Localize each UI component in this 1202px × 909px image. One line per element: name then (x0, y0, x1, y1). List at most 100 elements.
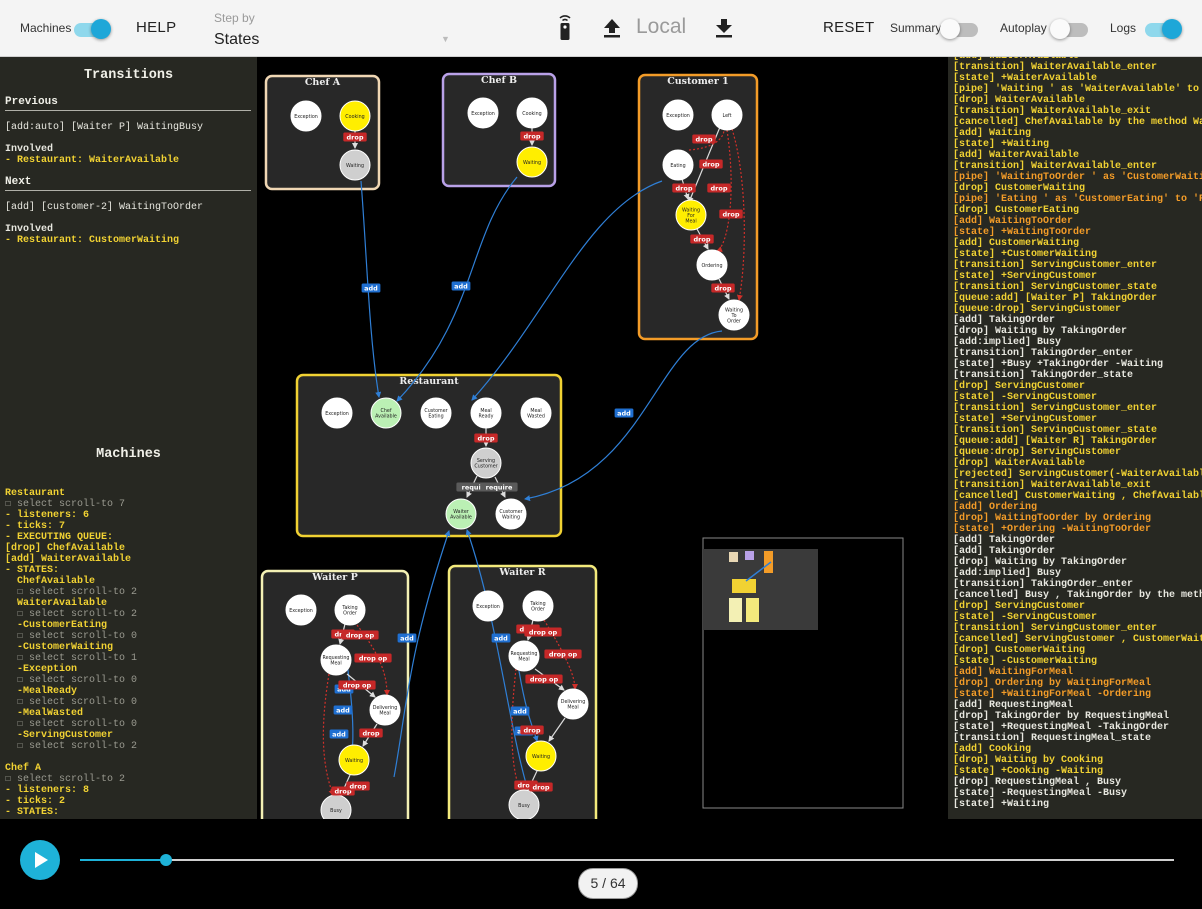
svg-text:drop: drop (715, 285, 732, 293)
state-graph[interactable]: Chef A Chef B Customer 1 Restaurant Waiter P… (257, 57, 947, 835)
log-entry: [drop] Waiting by TakingOrder (953, 326, 1128, 337)
state-node[interactable]: Exception (467, 97, 499, 129)
svg-text:Waiting: Waiting (725, 307, 743, 313)
state-node[interactable]: MealWasted (520, 397, 552, 429)
state-node[interactable]: DeliveringMeal (557, 688, 589, 720)
machine-line[interactable]: ☐ select scroll-to 2 (5, 741, 255, 752)
state-node[interactable]: Cooking (516, 97, 548, 129)
state-node[interactable]: Waiting (339, 149, 371, 181)
state-node[interactable]: WaitingToOrder (718, 299, 750, 331)
state-node[interactable]: CustomerWaiting (495, 498, 527, 530)
machine-line[interactable]: ☐ select scroll-to 2 (5, 609, 255, 620)
machine-line[interactable]: ☐ select scroll-to 0 (5, 697, 255, 708)
reset-button[interactable]: RESET (823, 19, 875, 36)
log-entry: [drop] CustomerWaiting (953, 645, 1086, 656)
log-entry: [state] +Ordering -WaitingToOrder (953, 524, 1152, 535)
state-node[interactable]: RequestingMeal (320, 644, 352, 676)
edge-label: add (333, 705, 353, 715)
help-button[interactable]: HELP (136, 19, 176, 36)
play-button[interactable] (20, 840, 60, 880)
machine-line: [drop] ChefAvailable (5, 543, 126, 554)
edge-label: add (329, 729, 349, 739)
autoplay-toggle[interactable] (1050, 18, 1090, 39)
state-node[interactable]: Waiting (338, 744, 370, 776)
state-node[interactable]: Exception (321, 397, 353, 429)
state-node[interactable]: Exception (290, 100, 322, 132)
svg-text:Meal: Meal (567, 705, 578, 711)
state-node[interactable]: MealReady (470, 397, 502, 429)
machine-line[interactable]: ☐ select scroll-to 2 (5, 587, 255, 598)
machine-line[interactable]: ☐ select scroll-to 7 (5, 499, 255, 510)
state-node[interactable]: WaiterAvailable (445, 498, 477, 530)
svg-text:Ready: Ready (479, 414, 494, 420)
svg-text:To: To (730, 313, 736, 319)
machine-line[interactable]: ☐ select scroll-to 2 (5, 774, 255, 785)
state-node[interactable]: Waiting (516, 146, 548, 178)
state-node[interactable]: RequestingMeal (508, 640, 540, 672)
state-node[interactable]: Busy (508, 789, 540, 821)
log-entry: [state] +Busy +TakingOrder -Waiting (953, 359, 1164, 370)
state-node[interactable]: TakingOrder (522, 590, 554, 622)
log-entry: [transition] WaiterAvailable_enter (953, 161, 1158, 172)
state-node[interactable]: CustomerEating (420, 397, 452, 429)
svg-text:drop op: drop op (359, 655, 388, 663)
svg-text:drop: drop (676, 185, 693, 193)
remote-control-icon[interactable] (556, 13, 574, 46)
log-entry: [add] CustomerWaiting (953, 238, 1080, 249)
log-entry: [add] Ordering (953, 502, 1038, 513)
log-entry: [drop] ServingCustomer (953, 381, 1086, 392)
summary-toggle[interactable] (940, 18, 980, 39)
edge-label: drop (474, 433, 498, 443)
state-node[interactable]: Busy (320, 794, 352, 826)
log-entry: [drop] WaiterAvailable (953, 95, 1086, 106)
machine-line[interactable]: ☐ select scroll-to 0 (5, 675, 255, 686)
state-node[interactable]: Left (711, 99, 743, 131)
svg-text:require: require (486, 484, 513, 492)
player-bar: 5 / 64 (0, 819, 1202, 909)
timeline-handle[interactable] (159, 854, 172, 866)
svg-text:Exception: Exception (471, 111, 495, 117)
upload-icon[interactable] (603, 18, 621, 43)
svg-text:drop: drop (533, 784, 550, 792)
machine-line: -ServingCustomer (5, 730, 114, 741)
machine-line: - ticks: 7 (5, 521, 66, 532)
play-icon (35, 852, 48, 868)
machine-line[interactable]: ☐ select scroll-to 0 (5, 719, 255, 730)
side-panel: Transitions Previous [add:auto] [Waiter … (0, 57, 257, 819)
state-node[interactable]: Exception (472, 590, 504, 622)
state-node[interactable]: Eating (662, 149, 694, 181)
svg-text:Available: Available (375, 414, 397, 420)
log-entry: [state] +ServingCustomer (953, 414, 1098, 425)
minimap[interactable] (702, 537, 904, 809)
state-node[interactable]: Exception (285, 594, 317, 626)
state-node[interactable]: ChefAvailable (370, 397, 402, 429)
machine-line[interactable]: ☐ select scroll-to 0 (5, 631, 255, 642)
state-node[interactable]: ServingCustomer (470, 447, 502, 479)
state-node[interactable]: TakingOrder (334, 594, 366, 626)
download-icon[interactable] (715, 18, 733, 43)
state-node[interactable]: Exception (662, 99, 694, 131)
state-node[interactable]: Ordering (696, 249, 728, 281)
state-node[interactable]: DeliveringMeal (369, 694, 401, 726)
svg-text:Customer: Customer (499, 509, 522, 515)
machine-line[interactable]: ☐ select scroll-to 1 (5, 653, 255, 664)
log-entry: [drop] WaitingToOrder by Ordering (953, 513, 1152, 524)
svg-text:drop: drop (524, 133, 541, 141)
graph-canvas[interactable]: Chef A Chef B Customer 1 Restaurant Waiter P… (257, 57, 947, 835)
machines-toggle[interactable] (72, 18, 112, 39)
log-entry: [queue:drop] ServingCustomer (953, 447, 1122, 458)
logs-toggle[interactable] (1143, 18, 1183, 39)
log-entry: [add] WaitingForMeal (953, 667, 1074, 678)
edge-label: drop (690, 234, 714, 244)
edge-label: require (480, 482, 518, 492)
timeline-slider[interactable] (80, 854, 1174, 866)
edge-label: drop op (341, 630, 379, 640)
machines-title: Machines (96, 447, 161, 462)
log-panel[interactable]: [add] WaiterAvailable[transition] Waiter… (948, 57, 1202, 819)
state-node[interactable]: Cooking (339, 100, 371, 132)
log-entry: [state] +WaitingForMeal -Ordering (953, 689, 1152, 700)
svg-text:drop op: drop op (530, 676, 559, 684)
state-node[interactable]: Waiting (525, 740, 557, 772)
svg-text:Available: Available (450, 515, 472, 521)
state-node[interactable]: WaitingForMeal (675, 199, 707, 231)
